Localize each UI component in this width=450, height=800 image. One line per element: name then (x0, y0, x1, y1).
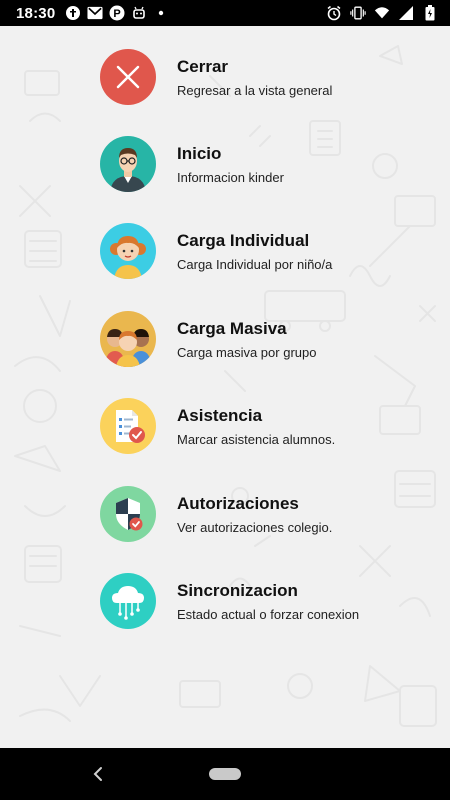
menu-item-subtitle: Carga Individual por niño/a (177, 256, 333, 272)
menu-item-cerrar[interactable]: Cerrar Regresar a la vista general (100, 49, 430, 105)
menu-item-title: Asistencia (177, 405, 263, 425)
menu-item-title: Carga Masiva (177, 318, 287, 338)
status-time: 18:30 (16, 4, 56, 22)
menu-item-title: Inicio (177, 143, 222, 163)
school-doodle-background (14, 45, 437, 727)
teacher-avatar-icon (100, 136, 156, 192)
menu-item-text: Inicio Informacion kinder (177, 144, 284, 185)
menu-item-text: Asistencia Marcar asistencia alumnos. (177, 406, 335, 447)
menu-item-autorizaciones[interactable]: Autorizaciones Ver autorizaciones colegi… (100, 486, 430, 542)
cloud-sync-icon (100, 573, 156, 629)
menu-item-sincronizacion[interactable]: Sincronizacion Estado actual o forzar co… (100, 573, 430, 629)
menu-item-title: Carga Individual (177, 230, 310, 250)
home-pill-icon[interactable] (209, 768, 241, 780)
menu-item-subtitle: Marcar asistencia alumnos. (177, 431, 336, 447)
mail-icon (87, 5, 103, 21)
wifi-icon (374, 5, 390, 21)
close-icon (100, 49, 156, 105)
battery-icon (422, 5, 438, 21)
parking-app-icon: P (109, 5, 125, 21)
menu-screen: Cerrar Regresar a la vista general Inici… (0, 26, 450, 748)
menu-item-subtitle: Estado actual o forzar conexion (177, 606, 360, 622)
menu-item-title: Cerrar (177, 56, 229, 76)
android-icon (131, 5, 147, 21)
back-icon[interactable] (88, 762, 108, 786)
status-notification-icons: P (65, 5, 169, 21)
ticket-icon (65, 5, 81, 21)
menu-item-subtitle: Ver autorizaciones colegio. (177, 519, 333, 535)
menu-item-subtitle: Informacion kinder (177, 169, 284, 185)
dot-icon (153, 5, 169, 21)
menu-item-title: Sincronizacion (177, 580, 298, 600)
menu-item-text: Autorizaciones Ver autorizaciones colegi… (177, 494, 332, 535)
menu-item-text: Sincronizacion Estado actual o forzar co… (177, 581, 359, 622)
menu-item-text: Carga Individual Carga Individual por ni… (177, 231, 332, 272)
vibrate-icon (350, 5, 366, 21)
menu-item-title: Autorizaciones (177, 493, 299, 513)
signal-icon (398, 5, 414, 21)
alarm-icon (326, 5, 342, 21)
menu-item-text: Cerrar Regresar a la vista general (177, 57, 332, 98)
menu-item-text: Carga Masiva Carga masiva por grupo (177, 319, 316, 360)
menu-item-subtitle: Carga masiva por grupo (177, 344, 317, 360)
child-avatar-icon (100, 223, 156, 279)
svg-text:P: P (114, 8, 121, 20)
attendance-checklist-icon (100, 398, 156, 454)
status-bar: 18:30 P (0, 0, 450, 26)
shield-check-icon (100, 486, 156, 542)
menu-item-inicio[interactable]: Inicio Informacion kinder (100, 136, 430, 192)
navigation-bar (0, 748, 450, 800)
menu-item-carga-masiva[interactable]: Carga Masiva Carga masiva por grupo (100, 311, 430, 367)
menu-item-carga-individual[interactable]: Carga Individual Carga Individual por ni… (100, 223, 430, 279)
status-system-icons (326, 0, 438, 26)
menu-item-asistencia[interactable]: Asistencia Marcar asistencia alumnos. (100, 398, 430, 454)
children-group-icon (100, 311, 156, 367)
menu-item-subtitle: Regresar a la vista general (177, 82, 333, 98)
